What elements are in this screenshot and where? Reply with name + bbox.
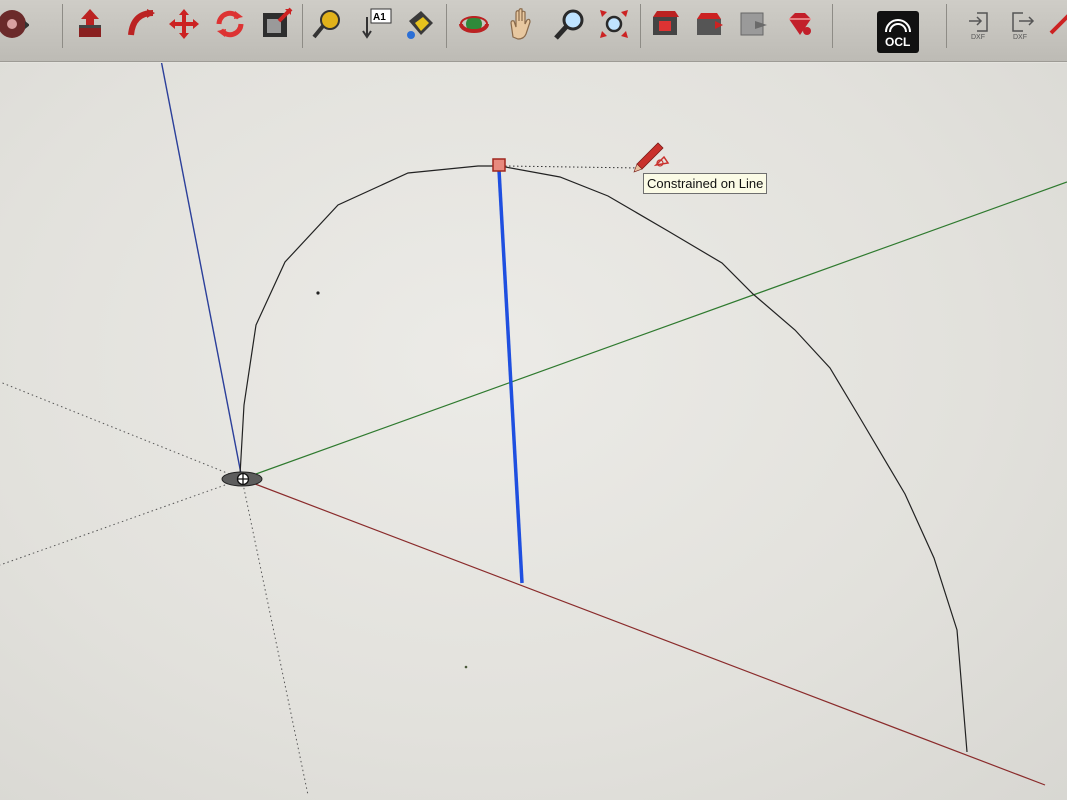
pencil-cursor-icon — [633, 142, 670, 173]
inference-tooltip: Constrained on Line — [643, 173, 768, 194]
move-icon[interactable] — [164, 4, 204, 44]
origin-marker — [221, 471, 263, 487]
inference-guide — [504, 165, 641, 169]
zoom-icon[interactable] — [550, 4, 590, 44]
share-model-icon[interactable] — [690, 4, 730, 44]
extension-warehouse-icon[interactable] — [734, 4, 774, 44]
scene-canvas[interactable] — [0, 63, 1067, 800]
warehouse-icon[interactable] — [646, 4, 686, 44]
zoom-extents-icon[interactable] — [594, 4, 634, 44]
toolbar: A1 OCL DXF DXF — [0, 0, 1067, 62]
negative-red-axis — [0, 381, 243, 480]
import-dxf-label: DXF — [971, 34, 985, 41]
pan-hand-icon[interactable] — [502, 4, 542, 44]
ocl-label: OCL — [885, 35, 910, 49]
export-dxf-label: DXF — [1013, 34, 1027, 41]
speck — [316, 291, 320, 295]
follow-me-icon[interactable] — [122, 4, 162, 44]
push-pull-icon[interactable] — [70, 4, 110, 44]
red-axis — [241, 478, 1046, 786]
negative-blue-axis — [241, 478, 309, 796]
speck — [464, 665, 468, 669]
endpoint-marker — [492, 158, 506, 172]
green-axis — [241, 181, 1067, 480]
text-tool-label: A1 — [373, 12, 386, 23]
paint-bucket-icon[interactable] — [400, 4, 440, 44]
orbit-disc-icon[interactable] — [0, 4, 32, 44]
ocl-icon[interactable]: OCL — [876, 10, 920, 54]
blue-edge-line[interactable] — [497, 169, 524, 584]
text-icon[interactable]: A1 — [356, 4, 396, 44]
rotate-icon[interactable] — [210, 4, 250, 44]
negative-green-axis — [0, 478, 243, 566]
modeling-viewport[interactable]: Constrained on Line — [0, 63, 1067, 800]
export-dxf-icon[interactable]: DXF — [1002, 4, 1042, 44]
import-dxf-icon[interactable]: DXF — [960, 4, 1000, 44]
ruby-console-icon[interactable] — [780, 4, 820, 44]
arc-curve[interactable] — [239, 165, 968, 753]
blue-axis — [160, 63, 243, 480]
pencil-icon[interactable] — [1040, 4, 1067, 44]
orbit-icon[interactable] — [454, 4, 494, 44]
tape-measure-icon[interactable] — [308, 4, 348, 44]
scale-icon[interactable] — [256, 4, 296, 44]
